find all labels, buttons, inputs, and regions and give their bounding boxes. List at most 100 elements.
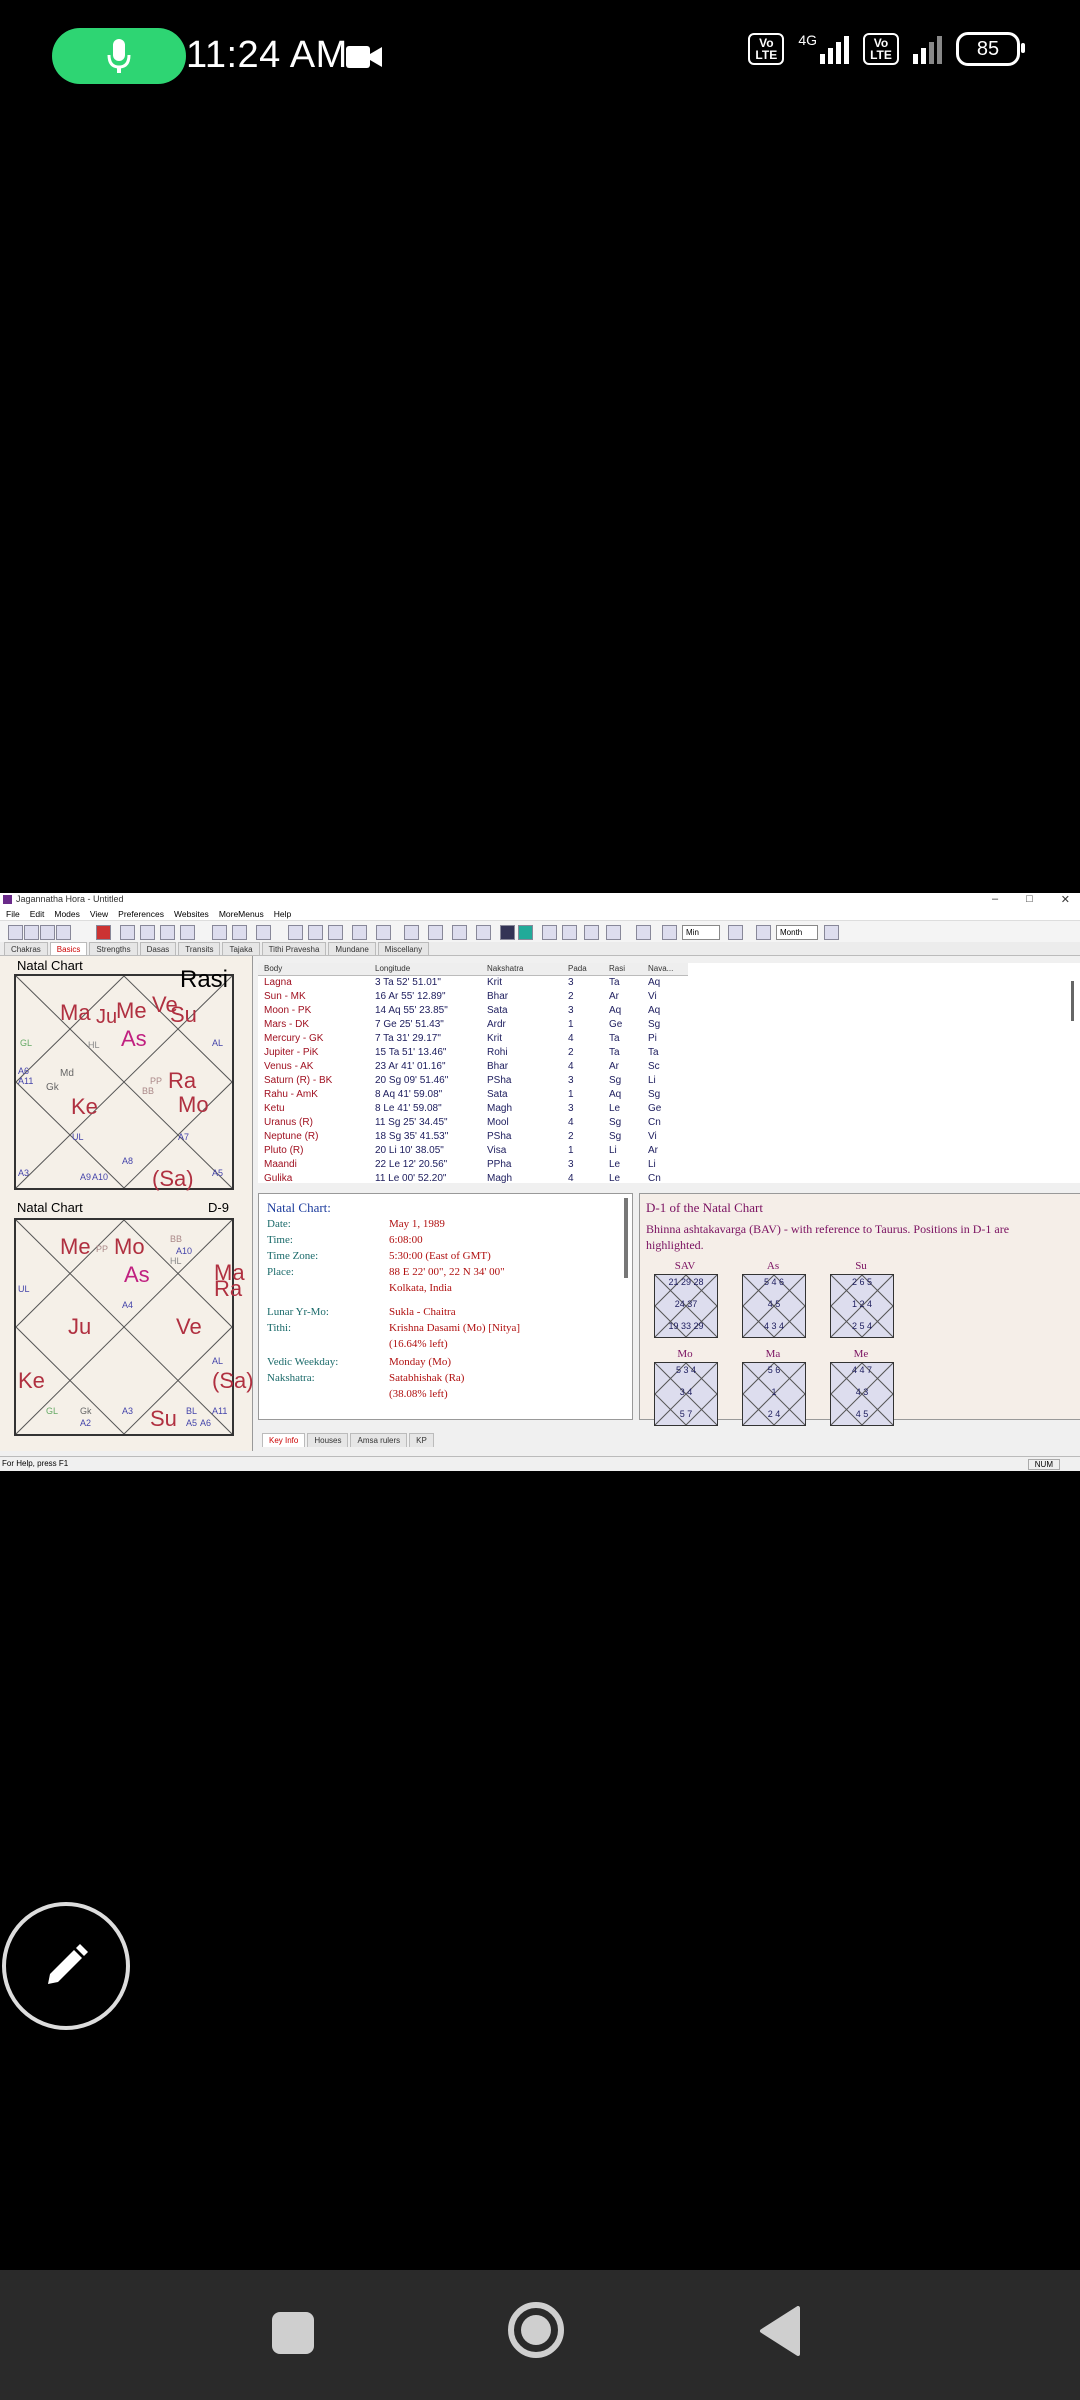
tool-icon-12[interactable] [376,925,391,940]
tab-transits[interactable]: Transits [178,942,221,955]
tool-icon-3[interactable] [160,925,175,940]
tool-icon-19[interactable] [662,925,677,940]
table-row[interactable]: Pluto (R) 20 Li 10' 38.05" Visa 1 Li Ar [258,1144,688,1158]
menu-file[interactable]: File [6,909,20,919]
table-row[interactable]: Saturn (R) - BK 20 Sg 09' 51.46" PSha 3 Sg Li [258,1074,688,1088]
col-pada[interactable]: Pada [568,964,587,973]
open-file-icon[interactable] [24,925,39,940]
menu-edit[interactable]: Edit [30,909,45,919]
rasi-chart[interactable]: Rasi Ma Ju Me Ve Su As Ke Ra Mo (Sa) GL … [14,966,234,1191]
back-button[interactable] [758,2306,802,2361]
tab-kp[interactable]: KP [409,1433,434,1447]
tab-strengths[interactable]: Strengths [89,942,138,955]
voice-recording-indicator[interactable] [52,28,186,84]
table-row[interactable]: Gulika 11 Le 00' 52.20" Magh 4 Le Cn [258,1172,688,1186]
bav-values-top: 5 4 6 [763,1277,785,1287]
col-longitude[interactable]: Longitude [375,964,410,973]
tool-icon-14[interactable] [428,925,443,940]
tool-icon-13[interactable] [404,925,419,940]
recents-button[interactable] [272,2312,314,2354]
label-a6: A6 [18,1066,30,1076]
tab-basics[interactable]: Basics [49,942,88,955]
tab-key-info[interactable]: Key Info [262,1433,306,1447]
table-row[interactable]: Mars - DK 7 Ge 25' 51.43" Ardr 1 Ge Sg [258,1018,688,1032]
period-select[interactable]: Month [776,925,818,940]
tool-icon-5[interactable] [212,925,227,940]
new-file-icon[interactable] [8,925,23,940]
tool-icon-16[interactable] [476,925,491,940]
table-row[interactable]: Mercury - GK 7 Ta 31' 29.17" Krit 4 Ta Pi [258,1032,688,1046]
table-row[interactable]: Neptune (R) 18 Sg 35' 41.53" PSha 2 Sg Vi [258,1130,688,1144]
tool-icon-9[interactable] [308,925,323,940]
bav-values-bottom: 5 7 [679,1409,693,1419]
print-icon[interactable] [56,925,71,940]
minimize-icon[interactable]: – [992,893,998,906]
menu-view[interactable]: View [90,909,108,919]
tool-icon-15[interactable] [452,925,467,940]
chart-icon[interactable] [96,925,111,940]
facebook-icon[interactable] [500,925,515,940]
tool-icon-11[interactable] [352,925,367,940]
menu-websites[interactable]: Websites [174,909,209,919]
tool-icon-4[interactable] [180,925,195,940]
table-row[interactable]: Maandi 22 Le 12' 20.56" PPha 3 Le Li [258,1158,688,1172]
save-icon[interactable] [40,925,55,940]
bav-mini-chart[interactable]: 2 6 5 1 2 4 2 5 4 [830,1274,894,1338]
tool-icon-20[interactable] [728,925,743,940]
bav-mini-chart[interactable]: 5 4 6 4 5 4 3 4 [742,1274,806,1338]
table-row[interactable]: Lagna 3 Ta 52' 51.01" Krit 3 Ta Aq [258,976,688,990]
table-row[interactable]: Jupiter - PiK 15 Ta 51' 13.46" Rohi 2 Ta Ta [258,1046,688,1060]
tool-icon-10[interactable] [328,925,343,940]
forward-icon[interactable] [606,925,621,940]
tool-icon-7[interactable] [256,925,271,940]
menu-modes[interactable]: Modes [54,909,80,919]
tab-tithi-pravesha[interactable]: Tithi Pravesha [261,942,327,955]
bav-mini-chart[interactable]: 5 3 4 3 4 5 7 [654,1362,718,1426]
bav-mini-chart[interactable]: 5 6 1 2 4 [742,1362,806,1426]
bav-mini-chart[interactable]: 21 29 28 24 37 19 33 29 [654,1274,718,1338]
col-navamsa[interactable]: Nava... [648,964,673,973]
key-info-scrollbar[interactable] [624,1198,628,1278]
tool-icon-21[interactable] [756,925,771,940]
bav-mini-chart[interactable]: 4 4 7 4 3 4 5 [830,1362,894,1426]
tool-icon-6[interactable] [232,925,247,940]
home-button[interactable] [506,2300,566,2360]
table-row[interactable]: Sun - MK 16 Ar 55' 12.89" Bhar 2 Ar Vi [258,990,688,1004]
table-row[interactable]: Moon - PK 14 Aq 55' 23.85" Sata 3 Aq Aq [258,1004,688,1018]
table-row[interactable]: Rahu - AmK 8 Aq 41' 59.08" Sata 1 Aq Sg [258,1088,688,1102]
tab-amsa-rulers[interactable]: Amsa rulers [350,1433,408,1447]
tab-tajaka[interactable]: Tajaka [222,942,260,955]
font-small-icon[interactable] [562,925,577,940]
tool-icon-18[interactable] [636,925,651,940]
table-row[interactable]: Uranus (R) 11 Sg 25' 34.45" Mool 4 Sg Cn [258,1116,688,1130]
maximize-icon[interactable]: □ [1026,893,1033,906]
tab-houses[interactable]: Houses [307,1433,349,1447]
tool-icon-22[interactable] [824,925,839,940]
bav-values-top: 21 29 28 [668,1277,704,1287]
tool-icon-1[interactable] [120,925,135,940]
table-row[interactable]: Venus - AK 23 Ar 41' 01.16" Bhar 4 Ar Sc [258,1060,688,1074]
table-scrollbar[interactable] [1071,981,1074,1021]
font-large-icon[interactable] [542,925,557,940]
tool-icon-17[interactable] [518,925,533,940]
menu-preferences[interactable]: Preferences [118,909,164,919]
tab-miscellany[interactable]: Miscellany [377,942,430,955]
tool-icon-8[interactable] [288,925,303,940]
col-nakshatra[interactable]: Nakshatra [487,964,523,973]
col-rasi[interactable]: Rasi [609,964,625,973]
menu-moremenus[interactable]: MoreMenus [219,909,264,919]
tab-mundane[interactable]: Mundane [328,942,376,955]
menu-help[interactable]: Help [274,909,291,919]
tab-dasas[interactable]: Dasas [139,942,177,955]
edit-button[interactable] [2,1902,130,2030]
key-info-value: Satabhishak (Ra) [389,1372,465,1384]
close-icon[interactable]: ✕ [1061,893,1070,906]
table-row[interactable]: Ketu 8 Le 41' 59.08" Magh 3 Le Ge [258,1102,688,1116]
time-unit-select[interactable]: Min [682,925,720,940]
col-body[interactable]: Body [264,964,282,973]
rewind-icon[interactable] [584,925,599,940]
tool-icon-2[interactable] [140,925,155,940]
tab-chakras[interactable]: Chakras [4,942,48,955]
rasi-chart-title: Natal Chart [17,958,83,973]
navamsa-chart[interactable]: Me Mo As Ma Ra Ju Ve Ke Su (Sa) PP BB A1… [14,1218,254,1436]
